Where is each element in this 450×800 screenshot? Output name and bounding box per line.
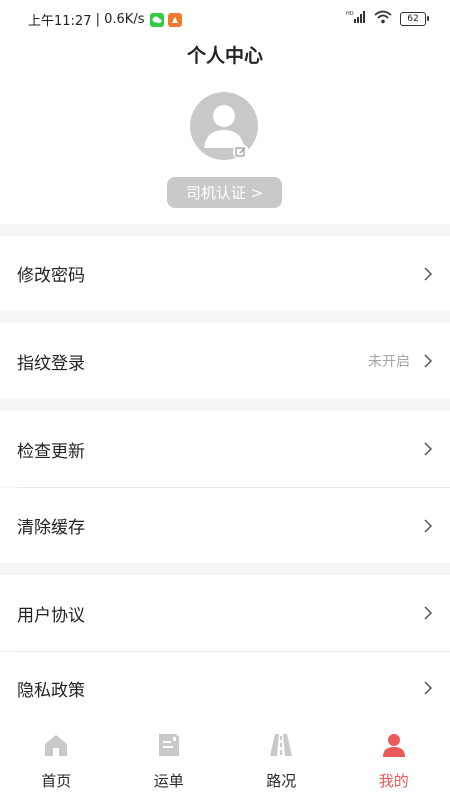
tab-label: 我的 (378, 772, 409, 790)
chevron-right-icon (421, 442, 435, 456)
menu-item-clear-cache[interactable]: 清除缓存 (0, 488, 450, 563)
tab-waybill[interactable]: 运单 (113, 724, 226, 800)
menu-item-label: 清除缓存 (17, 518, 85, 538)
tab-road-condition[interactable]: 路况 (225, 724, 338, 800)
signal-icon: HD (346, 9, 366, 28)
menu-item-label: 隐私政策 (17, 680, 85, 701)
tab-label: 首页 (41, 772, 72, 790)
battery-level: 62 (407, 13, 419, 24)
edit-icon[interactable] (233, 144, 249, 160)
menu-item-check-update[interactable]: 检查更新 (0, 411, 450, 487)
chevron-right-icon (421, 518, 435, 533)
wechat-icon (150, 12, 165, 27)
status-left: 上午11:27 | 0.6K/s (28, 10, 183, 29)
menu-item-change-password[interactable]: 修改密码 (0, 236, 450, 311)
status-right: HD 62 (346, 9, 429, 28)
menu-item-user-agreement[interactable]: 用户协议 (0, 575, 450, 651)
status-speed: 0.6K/s (104, 12, 145, 27)
tab-home[interactable]: 首页 (0, 724, 113, 800)
tab-label: 路况 (266, 772, 297, 790)
menu-item-label: 用户协议 (17, 605, 85, 626)
profile-icon (382, 734, 405, 757)
status-bar: 上午11:27 | 0.6K/s HD 62 (0, 0, 450, 38)
chevron-right-icon (421, 606, 435, 620)
wifi-icon (374, 9, 392, 28)
chevron-right-icon (421, 354, 435, 368)
menu-item-label: 指纹登录 (17, 353, 85, 374)
waybill-icon (158, 734, 179, 756)
menu-item-label: 修改密码 (17, 266, 85, 286)
chevron-right-icon (421, 681, 435, 695)
bottom-tab-bar: 首页 运单 路况 我的 (0, 724, 450, 800)
chevron-right-icon (421, 266, 435, 281)
profile-header: 个人中心 司机认证 > (0, 38, 450, 224)
status-time: 上午11:27 (28, 14, 92, 29)
battery-icon: 62 (400, 11, 429, 26)
svg-text:HD: HD (346, 11, 354, 17)
menu-item-privacy-policy[interactable]: 隐私政策 (0, 652, 450, 724)
road-icon (270, 734, 293, 756)
fingerprint-status: 未开启 (368, 354, 410, 370)
driver-verify-button[interactable]: 司机认证 > (167, 177, 282, 208)
app-notification-icon (168, 12, 183, 27)
page-title: 个人中心 (186, 45, 263, 67)
tab-mine[interactable]: 我的 (338, 724, 450, 800)
menu-item-fingerprint-login[interactable]: 指纹登录 未开启 (0, 323, 450, 399)
home-icon (45, 735, 68, 756)
tab-label: 运单 (153, 772, 184, 790)
menu-item-label: 检查更新 (17, 441, 85, 462)
